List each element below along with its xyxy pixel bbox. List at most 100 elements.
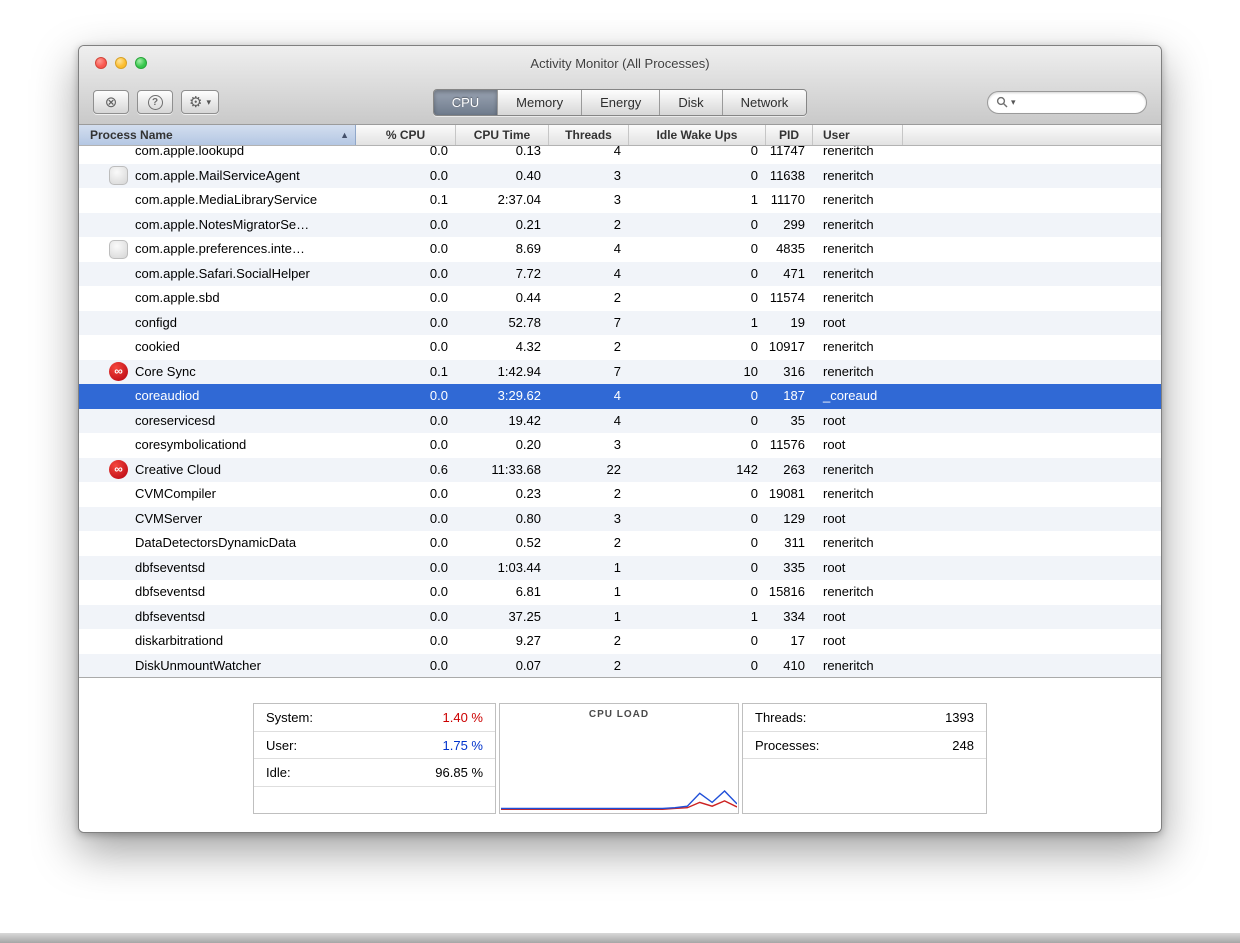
gear-icon: ⚙ <box>189 93 202 111</box>
process-row[interactable]: dbfseventsd0.06.811015816reneritch <box>79 580 1161 605</box>
cell-name: com.apple.MediaLibraryService <box>79 188 356 213</box>
inspect-button[interactable]: ? <box>137 90 173 114</box>
process-name: com.apple.MailServiceAgent <box>135 164 300 189</box>
process-row[interactable]: DiskUnmountWatcher0.00.0720410reneritch <box>79 654 1161 678</box>
close-button[interactable] <box>95 57 107 69</box>
user-stat-row: User: 1.75 % <box>254 732 495 760</box>
cell-pid: 410 <box>766 654 813 678</box>
process-row[interactable]: coreservicesd0.019.424035root <box>79 409 1161 434</box>
cell-cpu: 0.0 <box>356 164 456 189</box>
process-row[interactable]: ∞Creative Cloud0.611:33.6822142263reneri… <box>79 458 1161 483</box>
column-header-threads[interactable]: Threads <box>549 125 629 145</box>
process-row[interactable]: CVMCompiler0.00.232019081reneritch <box>79 482 1161 507</box>
process-row[interactable]: dbfseventsd0.01:03.4410335root <box>79 556 1161 581</box>
tab-disk[interactable]: Disk <box>660 90 722 115</box>
cell-user: root <box>813 556 903 581</box>
tab-memory[interactable]: Memory <box>498 90 582 115</box>
column-header-cpu-time[interactable]: CPU Time <box>456 125 549 145</box>
system-stat-row: System: 1.40 % <box>254 704 495 732</box>
cell-time: 1:03.44 <box>456 556 549 581</box>
process-row[interactable]: coreaudiod0.03:29.6240187_coreaud <box>79 384 1161 409</box>
cell-wakeups: 0 <box>629 146 766 164</box>
cpu-load-title: CPU LOAD <box>500 704 738 726</box>
process-name: com.apple.preferences.inte… <box>135 237 305 262</box>
cell-cpu: 0.0 <box>356 213 456 238</box>
processes-label: Processes: <box>755 732 819 759</box>
process-row[interactable]: com.apple.lookupd0.00.134011747reneritch <box>79 146 1161 164</box>
cell-wakeups: 0 <box>629 384 766 409</box>
column-label: Process Name <box>90 125 173 145</box>
cell-time: 0.20 <box>456 433 549 458</box>
cell-user: reneritch <box>813 360 903 385</box>
cell-name: CVMServer <box>79 507 356 532</box>
tab-cpu[interactable]: CPU <box>434 90 498 115</box>
process-name: com.apple.MediaLibraryService <box>135 188 317 213</box>
cell-threads: 22 <box>549 458 629 483</box>
cpu-stat-value: 96.85 % <box>435 759 483 786</box>
process-name: dbfseventsd <box>135 556 205 581</box>
cell-cpu: 0.0 <box>356 531 456 556</box>
cell-user: root <box>813 433 903 458</box>
process-row[interactable]: configd0.052.787119root <box>79 311 1161 336</box>
chevron-down-icon: ▾ <box>206 97 211 108</box>
cell-pid: 11576 <box>766 433 813 458</box>
process-row[interactable]: ∞Core Sync0.11:42.94710316reneritch <box>79 360 1161 385</box>
search-input[interactable] <box>1019 95 1138 110</box>
minimize-button[interactable] <box>115 57 127 69</box>
zoom-button[interactable] <box>135 57 147 69</box>
process-row[interactable]: diskarbitrationd0.09.272017root <box>79 629 1161 654</box>
cell-threads: 4 <box>549 146 629 164</box>
process-name: dbfseventsd <box>135 605 205 630</box>
process-name: Creative Cloud <box>135 458 221 483</box>
search-chevron-icon: ▾ <box>1011 97 1016 108</box>
process-name: DataDetectorsDynamicData <box>135 531 296 556</box>
process-row[interactable]: com.apple.preferences.inte…0.08.69404835… <box>79 237 1161 262</box>
process-row[interactable]: dbfseventsd0.037.2511334root <box>79 605 1161 630</box>
column-header-filler <box>903 125 1161 145</box>
process-row[interactable]: com.apple.MediaLibraryService0.12:37.043… <box>79 188 1161 213</box>
process-name: com.apple.NotesMigratorSe… <box>135 213 309 238</box>
cell-threads: 2 <box>549 654 629 678</box>
cell-time: 19.42 <box>456 409 549 434</box>
cell-time: 2:37.04 <box>456 188 549 213</box>
process-row[interactable]: DataDetectorsDynamicData0.00.5220311rene… <box>79 531 1161 556</box>
process-row[interactable]: com.apple.MailServiceAgent0.00.403011638… <box>79 164 1161 189</box>
column-header-cpu[interactable]: % CPU <box>356 125 456 145</box>
cell-pid: 316 <box>766 360 813 385</box>
process-name: dbfseventsd <box>135 580 205 605</box>
cell-cpu: 0.1 <box>356 360 456 385</box>
tab-network[interactable]: Network <box>723 90 807 115</box>
column-header-process-name[interactable]: Process Name ▲ <box>79 125 356 145</box>
cpu-load-graph <box>501 728 737 812</box>
cell-cpu: 0.0 <box>356 311 456 336</box>
process-row[interactable]: coresymbolicationd0.00.203011576root <box>79 433 1161 458</box>
cell-cpu: 0.0 <box>356 335 456 360</box>
search-icon <box>996 96 1008 108</box>
column-header-pid[interactable]: PID <box>766 125 813 145</box>
cell-threads: 3 <box>549 507 629 532</box>
column-header-user[interactable]: User <box>813 125 903 145</box>
x-octagon-icon: ⊗ <box>105 93 118 111</box>
process-row[interactable]: CVMServer0.00.8030129root <box>79 507 1161 532</box>
search-field[interactable]: ▾ <box>987 91 1147 114</box>
cell-name: dbfseventsd <box>79 556 356 581</box>
tab-energy[interactable]: Energy <box>582 90 660 115</box>
quit-process-button[interactable]: ⊗ <box>93 90 129 114</box>
cell-wakeups: 1 <box>629 605 766 630</box>
process-row[interactable]: cookied0.04.322010917reneritch <box>79 335 1161 360</box>
cell-pid: 335 <box>766 556 813 581</box>
cell-cpu: 0.0 <box>356 507 456 532</box>
cell-name: cookied <box>79 335 356 360</box>
titlebar[interactable]: Activity Monitor (All Processes) <box>79 46 1161 80</box>
cell-time: 8.69 <box>456 237 549 262</box>
process-row[interactable]: com.apple.Safari.SocialHelper0.07.724047… <box>79 262 1161 287</box>
actions-menu-button[interactable]: ⚙ ▾ <box>181 90 219 114</box>
threads-count-row: Threads: 1393 <box>743 704 986 732</box>
process-row[interactable]: com.apple.sbd0.00.442011574reneritch <box>79 286 1161 311</box>
column-header-idle-wakeups[interactable]: Idle Wake Ups <box>629 125 766 145</box>
cell-pid: 311 <box>766 531 813 556</box>
cell-user: _coreaud <box>813 384 903 409</box>
process-row[interactable]: com.apple.NotesMigratorSe…0.00.2120299re… <box>79 213 1161 238</box>
cell-name: ∞Creative Cloud <box>79 458 356 483</box>
cell-name: DataDetectorsDynamicData <box>79 531 356 556</box>
